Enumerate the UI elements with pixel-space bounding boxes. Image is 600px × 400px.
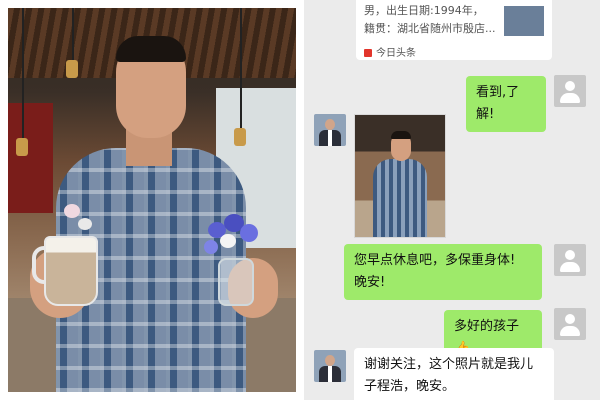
hanging-lamp (16, 138, 28, 156)
photo-young-man (8, 8, 296, 392)
flower (240, 224, 258, 242)
flower-jar (218, 258, 254, 306)
hanging-lamp (234, 128, 246, 146)
flower (78, 218, 92, 230)
sent-message-bubble[interactable]: 看到,了解! (466, 76, 546, 132)
lamp-wire (72, 8, 74, 60)
card-text-line: 男，出生日期:1994年， (364, 4, 484, 17)
card-text-line: 籍贯：湖北省随州市殷店... (364, 22, 496, 35)
toutiao-icon (364, 49, 372, 57)
card-thumbnail (504, 6, 544, 36)
chat-window: 男，出生日期:1994年， 籍贯：湖北省随州市殷店... 今日头条 看到,了解!… (304, 0, 600, 400)
contact-avatar[interactable] (314, 350, 346, 382)
hair (116, 36, 186, 62)
lamp-wire (240, 8, 242, 128)
flower (64, 204, 80, 218)
flower (220, 234, 236, 248)
hanging-lamp (66, 60, 78, 78)
contact-avatar[interactable] (314, 114, 346, 146)
received-message-bubble[interactable]: 谢谢关注，这个照片就是我儿子程浩，晚安。 (354, 348, 554, 400)
photo-red-wall (8, 103, 53, 213)
card-source: 今日头条 (364, 44, 416, 59)
photo-thumb-shirt (373, 159, 427, 237)
user-avatar-icon[interactable] (554, 308, 586, 340)
received-photo-message[interactable] (354, 114, 446, 238)
lamp-wire (22, 8, 24, 138)
sent-message-bubble[interactable]: 您早点休息吧，多保重身体! 晚安! (344, 244, 542, 300)
flower (204, 240, 218, 254)
photo-thumb-hair (391, 131, 411, 139)
user-avatar-icon[interactable] (554, 75, 586, 107)
coffee-mug (44, 236, 98, 306)
user-avatar-icon[interactable] (554, 244, 586, 276)
card-source-label: 今日头条 (376, 48, 416, 59)
shared-article-card[interactable]: 男，出生日期:1994年， 籍贯：湖北省随州市殷店... 今日头条 (356, 0, 552, 60)
